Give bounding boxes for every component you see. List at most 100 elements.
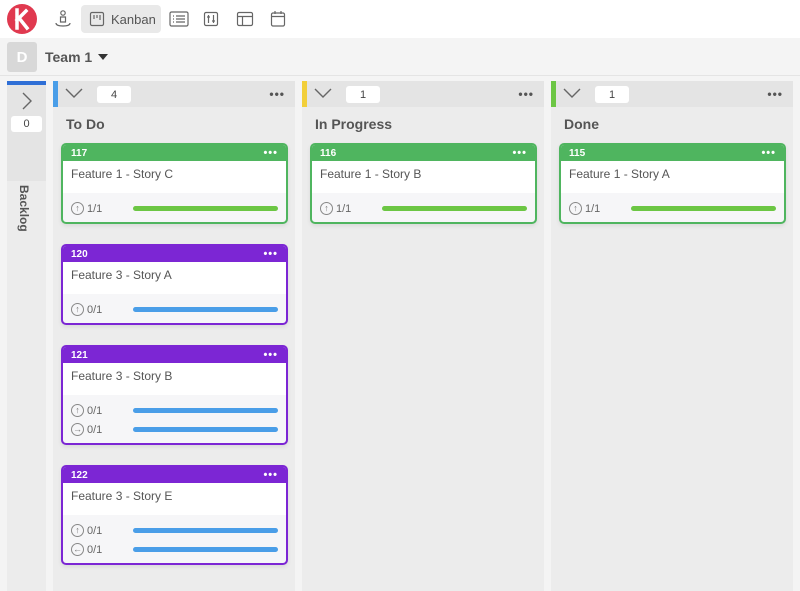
story-card[interactable]: 117 ••• Feature 1 - Story C ↑ 1/1 — [61, 143, 288, 224]
column-title: Done — [564, 116, 599, 132]
arrow-right-icon: → — [71, 423, 84, 436]
card-id: 121 — [71, 349, 88, 361]
caret-down-icon — [98, 54, 109, 60]
card-more-icon[interactable]: ••• — [263, 469, 278, 481]
column-to-do: 4 ••• To Do 117 ••• Feature 1 - Story C … — [53, 81, 295, 591]
card-header: 122 ••• — [63, 467, 286, 483]
card-more-icon[interactable]: ••• — [512, 147, 527, 159]
task-progress-bar — [382, 206, 527, 211]
backlog-label[interactable]: Backlog — [17, 185, 31, 232]
column-header: 1 ••• — [302, 81, 544, 107]
chevron-right-icon[interactable] — [19, 91, 35, 111]
task-row: ↑ 0/1 — [71, 521, 278, 540]
column-count: 4 — [97, 86, 131, 103]
card-more-icon[interactable]: ••• — [761, 147, 776, 159]
card-id: 117 — [71, 147, 88, 159]
column-more-icon[interactable]: ••• — [269, 87, 285, 101]
column-more-icon[interactable]: ••• — [767, 87, 783, 101]
team-bar: D Team 1 — [0, 38, 800, 76]
story-card[interactable]: 120 ••• Feature 3 - Story A ↑ 0/1 — [61, 244, 288, 325]
task-count: 0/1 — [87, 423, 103, 436]
card-tasks: ↑ 1/1 — [312, 193, 535, 222]
task-progress-bar — [133, 547, 278, 552]
list-icon[interactable] — [168, 8, 190, 30]
card-header: 120 ••• — [63, 246, 286, 262]
task-row: ← 0/1 — [71, 540, 278, 559]
column-header: 1 ••• — [551, 81, 793, 107]
top-toolbar: Kanban — [0, 0, 800, 38]
column-stripe — [302, 81, 307, 107]
kanban-view-button[interactable]: Kanban — [81, 5, 161, 33]
column-count: 1 — [595, 86, 629, 103]
card-header: 116 ••• — [312, 145, 535, 161]
card-title: Feature 3 - Story A — [63, 262, 286, 294]
calendar-icon[interactable] — [267, 8, 289, 30]
chevron-down-icon[interactable] — [314, 86, 332, 100]
task-count: 0/1 — [87, 543, 103, 556]
card-more-icon[interactable]: ••• — [263, 147, 278, 159]
arrow-up-icon: ↑ — [71, 202, 84, 215]
sliders-icon[interactable] — [200, 8, 222, 30]
task-row: ↑ 1/1 — [71, 199, 278, 218]
team-selector[interactable]: Team 1 — [45, 49, 109, 65]
layout-icon[interactable] — [234, 8, 256, 30]
card-title: Feature 3 - Story E — [63, 483, 286, 515]
card-title: Feature 1 - Story A — [561, 161, 784, 193]
story-card[interactable]: 115 ••• Feature 1 - Story A ↑ 1/1 — [559, 143, 786, 224]
card-tasks: ↑ 1/1 — [63, 193, 286, 222]
card-more-icon[interactable]: ••• — [263, 248, 278, 260]
arrow-up-icon: ↑ — [320, 202, 333, 215]
task-row: ↑ 1/1 — [569, 199, 776, 218]
card-id: 122 — [71, 469, 88, 481]
task-count: 1/1 — [87, 202, 103, 215]
task-row: ↑ 1/1 — [320, 199, 527, 218]
card-tasks: ↑ 0/1 — [63, 294, 286, 323]
story-card[interactable]: 122 ••• Feature 3 - Story E ↑ 0/1 ← 0/1 — [61, 465, 288, 565]
team-avatar: D — [7, 42, 37, 72]
task-progress-bar — [133, 307, 278, 312]
arrow-up-icon: ↑ — [71, 303, 84, 316]
card-title: Feature 1 - Story B — [312, 161, 535, 193]
card-id: 115 — [569, 147, 586, 159]
app-logo-icon[interactable] — [6, 3, 38, 35]
card-header: 117 ••• — [63, 145, 286, 161]
arrow-left-icon: ← — [71, 543, 84, 556]
card-tasks: ↑ 0/1 → 0/1 — [63, 395, 286, 443]
kanban-icon — [89, 11, 105, 27]
task-count: 1/1 — [585, 202, 601, 215]
task-count: 1/1 — [336, 202, 352, 215]
task-count: 0/1 — [87, 524, 103, 537]
task-progress-bar — [133, 206, 278, 211]
task-row: ↑ 0/1 — [71, 401, 278, 420]
backlog-column: 0 Backlog — [7, 81, 46, 591]
card-header: 115 ••• — [561, 145, 784, 161]
card-more-icon[interactable]: ••• — [263, 349, 278, 361]
card-id: 120 — [71, 248, 88, 260]
column-title: In Progress — [315, 116, 393, 132]
card-title: Feature 3 - Story B — [63, 363, 286, 395]
card-title: Feature 1 - Story C — [63, 161, 286, 193]
card-tasks: ↑ 1/1 — [561, 193, 784, 222]
card-id: 116 — [320, 147, 337, 159]
arrow-up-icon: ↑ — [71, 524, 84, 537]
column-more-icon[interactable]: ••• — [518, 87, 534, 101]
arrow-up-icon: ↑ — [71, 404, 84, 417]
task-row: → 0/1 — [71, 420, 278, 439]
arrow-up-icon: ↑ — [569, 202, 582, 215]
column-in-progress: 1 ••• In Progress 116 ••• Feature 1 - St… — [302, 81, 544, 591]
task-row: ↑ 0/1 — [71, 300, 278, 319]
team-name: Team 1 — [45, 49, 93, 65]
card-header: 121 ••• — [63, 347, 286, 363]
kanban-label: Kanban — [111, 11, 156, 27]
column-stripe — [53, 81, 58, 107]
task-progress-bar — [133, 528, 278, 533]
task-count: 0/1 — [87, 303, 103, 316]
column-done: 1 ••• Done 115 ••• Feature 1 - Story A ↑… — [551, 81, 793, 591]
column-stripe — [551, 81, 556, 107]
story-card[interactable]: 116 ••• Feature 1 - Story B ↑ 1/1 — [310, 143, 537, 224]
chevron-down-icon[interactable] — [563, 86, 581, 100]
user-location-icon[interactable] — [52, 8, 74, 30]
chevron-down-icon[interactable] — [65, 86, 83, 100]
column-title: To Do — [66, 116, 105, 132]
story-card[interactable]: 121 ••• Feature 3 - Story B ↑ 0/1 → 0/1 — [61, 345, 288, 445]
